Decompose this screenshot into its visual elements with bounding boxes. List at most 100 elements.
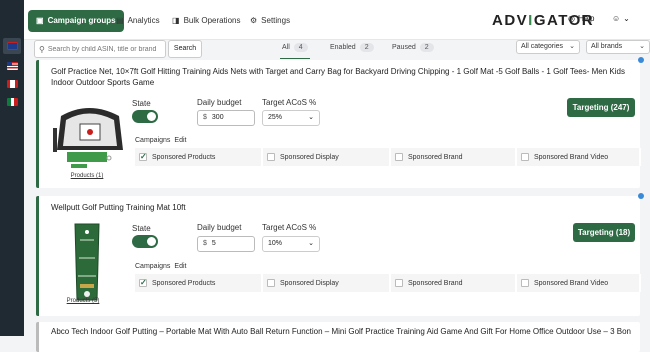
globe-icon: ◎ [568,14,575,23]
nav-campaign-groups[interactable]: ▣ Campaign groups [28,10,124,32]
campaign-type-sponsored-brand-video[interactable]: Sponsored Brand Video [517,274,641,292]
campaign-type-label: Sponsored Brand [408,153,463,161]
checkbox[interactable] [267,153,275,161]
gear-icon: ⚙ [250,16,258,25]
checkbox[interactable] [395,279,403,287]
sidebar [0,0,24,336]
campaign-type-label: Sponsored Brand Video [534,279,609,287]
budget-value: 300 [211,114,224,121]
brand-select-value: All brands [591,43,623,50]
checkbox[interactable] [139,152,147,161]
acos-value: 25% [268,114,283,121]
campaign-type-label: Sponsored Brand Video [534,153,609,161]
brand-select[interactable]: All brands ⌄ [586,40,650,54]
filter-count: 2 [419,43,434,52]
campaign-type-label: Sponsored Products [152,279,216,287]
flag-icon-us[interactable] [7,62,18,70]
checkbox[interactable] [267,279,275,287]
status-indicator-dot [638,57,644,63]
product-image[interactable] [47,220,131,310]
target-acos-select[interactable]: 25% ⌄ [262,110,320,126]
daily-budget-input[interactable]: $300 [197,110,255,126]
nav-settings[interactable]: ⚙ Settings [250,10,290,32]
user-icon: ☺ [612,14,621,23]
help-label: Help [577,14,595,23]
campaign-type-label: Sponsored Display [280,279,339,287]
campaign-type-sponsored-brand-video[interactable]: Sponsored Brand Video [517,148,641,166]
chevron-down-icon: ⌄ [308,240,314,247]
campaign-type-label: Sponsored Display [280,153,339,161]
campaign-type-sponsored-products[interactable]: Sponsored Products [135,148,263,166]
campaigns-label: Campaigns Edit [135,263,186,270]
flag-icon-mx[interactable] [7,98,18,106]
campaign-group-card: Wellputt Golf Putting Training Mat 10ft … [36,196,641,316]
filter-label: Enabled [330,44,356,51]
nav-label: Campaign groups [47,16,116,25]
campaign-type-sponsored-products[interactable]: Sponsored Products [135,274,263,292]
campaign-type-sponsored-display[interactable]: Sponsored Display [263,148,391,166]
filter-label: All [282,44,290,51]
nav-label: Bulk Operations [183,16,241,25]
filter-tab-all[interactable]: All 4 [280,43,310,59]
campaign-type-sponsored-display[interactable]: Sponsored Display [263,274,391,292]
flag-icon-uk[interactable] [7,42,18,50]
campaign-type-sponsored-brand[interactable]: Sponsored Brand [391,274,517,292]
state-toggle[interactable] [132,110,158,123]
category-select-value: All categories [521,43,564,50]
target-acos-select[interactable]: 10% ⌄ [262,236,320,252]
filter-count: 4 [293,43,308,52]
targeting-button[interactable]: Targeting (247) [567,98,635,117]
edit-campaigns-link[interactable]: Edit [174,263,186,270]
products-link[interactable]: Products (1) [57,173,117,179]
target-acos-label: Target ACoS % [262,223,317,232]
chevron-down-icon: ⌄ [639,43,645,50]
campaign-types-row: Sponsored Products Sponsored Display Spo… [135,148,641,166]
status-indicator-dot [638,193,644,199]
bulk-icon: ◨ [172,16,180,25]
top-navigation: ▣ Campaign groups ▤ Analytics ◨ Bulk Ope… [24,0,650,40]
campaign-icon: ▣ [36,16,44,25]
state-label: State [132,99,151,108]
checkbox[interactable] [139,278,147,287]
filter-tab-paused[interactable]: Paused 2 [392,43,434,52]
nav-label: Settings [261,16,291,25]
campaign-type-label: Sponsored Brand [408,279,463,287]
checkbox[interactable] [395,153,403,161]
currency-symbol: $ [203,240,207,247]
products-link[interactable]: Products (3) [53,298,113,304]
category-select[interactable]: All categories ⌄ [516,40,580,54]
user-menu[interactable]: ☺ ⌄ [612,14,630,23]
campaigns-label-text: Campaigns [135,263,171,270]
product-image[interactable] [47,98,131,180]
flag-icon-ca[interactable] [7,80,18,88]
nav-analytics[interactable]: ▤ Analytics [116,10,160,32]
target-acos-label: Target ACoS % [262,98,317,107]
state-label: State [132,224,151,233]
state-toggle[interactable] [132,235,158,248]
filter-tab-enabled[interactable]: Enabled 2 [330,43,374,52]
search-button[interactable]: Search [168,40,202,58]
daily-budget-input[interactable]: $5 [197,236,255,252]
edit-campaigns-link[interactable]: Edit [174,137,186,144]
campaigns-label: Campaigns Edit [135,137,186,144]
search-icon: ⚲ [39,44,45,54]
campaign-group-card: Abco Tech Indoor Golf Putting – Portable… [36,322,640,352]
campaign-type-sponsored-brand[interactable]: Sponsored Brand [391,148,517,166]
filter-toolbar: ⚲ Search All 4 Enabled 2 Paused 2 All ca… [24,40,650,60]
search-input[interactable] [47,45,160,53]
campaign-group-card: Golf Practice Net, 10×7ft Golf Hitting T… [36,60,641,188]
help-menu[interactable]: ◎ Help [568,14,594,23]
nav-label: Analytics [127,16,160,25]
acos-value: 10% [268,240,283,247]
currency-symbol: $ [203,114,207,121]
chevron-down-icon: ⌄ [569,43,575,50]
filter-label: Paused [392,44,416,51]
checkbox[interactable] [521,279,529,287]
campaign-type-label: Sponsored Products [152,153,216,161]
nav-bulk-operations[interactable]: ◨ Bulk Operations [172,10,240,32]
targeting-button[interactable]: Targeting (18) [573,223,635,242]
checkbox[interactable] [521,153,529,161]
chevron-down-icon: ⌄ [623,14,630,23]
filter-count: 2 [359,43,374,52]
logo-text: ADV [492,12,529,29]
